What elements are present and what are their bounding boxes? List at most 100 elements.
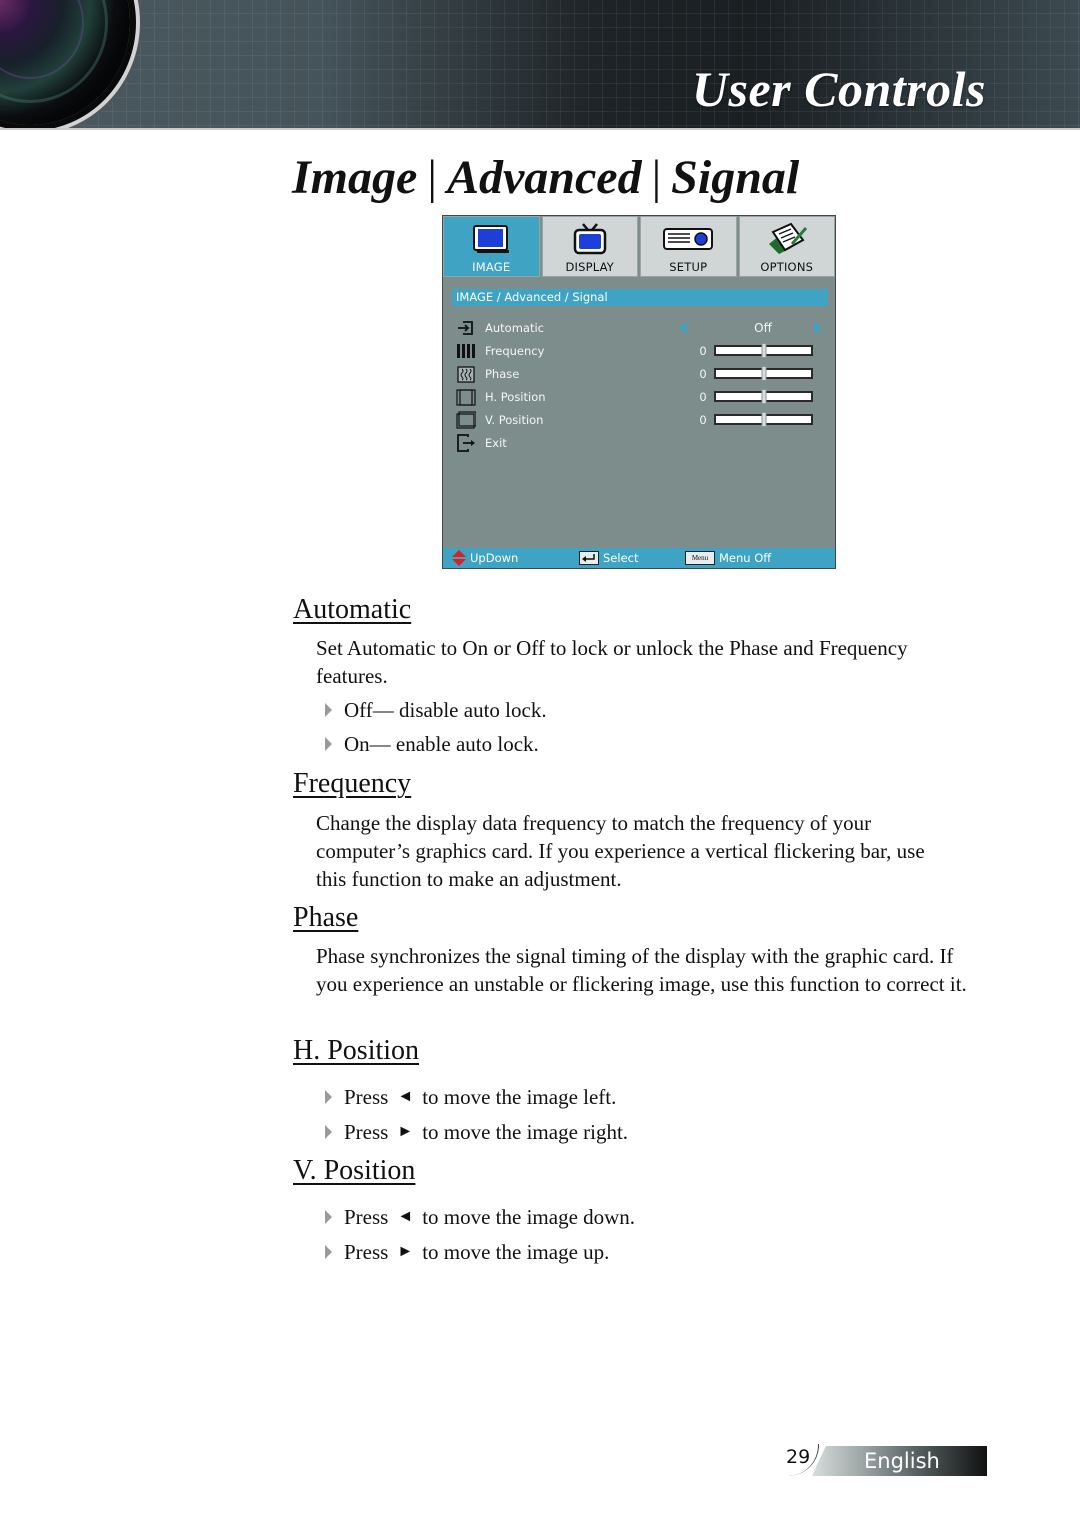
- bullet-post: to move the image left.: [422, 1085, 617, 1109]
- heading-v-position: V. Position: [293, 1155, 416, 1186]
- bullet-item: On— enable auto lock.: [325, 730, 539, 758]
- hint-updown-label: UpDown: [470, 551, 519, 565]
- row-label: Phase: [485, 367, 520, 381]
- language-label: English: [864, 1449, 940, 1473]
- page-title: Image | Advanced | Signal: [292, 150, 799, 205]
- hint-select-label: Select: [603, 551, 639, 565]
- bullet-triangle-icon: [325, 1245, 332, 1259]
- osd-row-automatic[interactable]: Automatic Off: [455, 317, 825, 339]
- tab-options[interactable]: OPTIONS: [738, 216, 835, 277]
- bullet-item: Off— disable auto lock.: [325, 696, 547, 724]
- bullet-triangle-icon: [325, 1210, 332, 1224]
- banner-title: User Controls: [691, 61, 986, 117]
- bullet-triangle-icon: [325, 1125, 332, 1139]
- tab-image[interactable]: IMAGE: [443, 216, 540, 277]
- tv-icon: [570, 222, 610, 256]
- hint-updown: UpDown: [452, 550, 518, 566]
- bullet-pre: Press: [344, 1205, 389, 1229]
- slider-thumb[interactable]: [761, 412, 766, 427]
- bullet-triangle-icon: [325, 703, 332, 717]
- hint-menu: Menu Menu Off: [685, 551, 771, 565]
- row-label: Frequency: [485, 344, 545, 358]
- bullet-item: Press ◄ to move the image left.: [325, 1083, 616, 1111]
- bullet-post: to move the image up.: [422, 1240, 610, 1264]
- exit-icon: [455, 433, 477, 453]
- bullet-triangle-icon: [325, 737, 332, 751]
- v-position-slider[interactable]: [714, 412, 813, 427]
- left-arrow-icon: ◄: [397, 1208, 414, 1225]
- tab-setup[interactable]: SETUP: [640, 216, 737, 277]
- auto-input-icon: [455, 318, 477, 338]
- osd-footer: UpDown Select Menu Menu Off: [443, 548, 835, 568]
- banner-divider: [0, 128, 1080, 130]
- menu-key-icon: Menu: [685, 551, 715, 565]
- slider-thumb[interactable]: [761, 389, 766, 404]
- right-arrow-icon: ►: [397, 1243, 414, 1260]
- slider-value: 0: [699, 367, 707, 381]
- osd-row-frequency[interactable]: Frequency 0: [455, 340, 825, 362]
- slider-thumb[interactable]: [761, 366, 766, 381]
- row-label: V. Position: [485, 413, 544, 427]
- osd-menu: IMAGE DISPLAY SETUP OPTIONS IMAGE / Adva…: [442, 215, 836, 569]
- automatic-value: Off: [754, 321, 772, 335]
- v-position-icon: [455, 410, 477, 430]
- bullet-text: On— enable auto lock.: [344, 732, 539, 756]
- bullet-triangle-icon: [325, 1090, 332, 1104]
- h-position-slider[interactable]: [714, 389, 813, 404]
- right-arrow-icon: ►: [397, 1123, 414, 1140]
- enter-key-icon: [579, 551, 599, 565]
- page-number: 29: [786, 1446, 811, 1468]
- row-label: Automatic: [485, 321, 544, 335]
- tab-label: OPTIONS: [760, 260, 814, 274]
- phase-wave-icon: [455, 364, 477, 384]
- osd-row-exit[interactable]: Exit: [455, 432, 825, 454]
- tab-display[interactable]: DISPLAY: [541, 216, 638, 277]
- slider-thumb[interactable]: [761, 343, 766, 358]
- heading-frequency: Frequency: [293, 768, 412, 799]
- updown-arrows-icon: [452, 550, 466, 566]
- page-title-signal: Signal: [671, 151, 800, 204]
- heading-phase: Phase: [293, 902, 359, 933]
- bullet-pre: Press: [344, 1240, 389, 1264]
- bullet-pre: Press: [344, 1120, 389, 1144]
- projector-icon: [662, 222, 714, 256]
- tab-label: SETUP: [669, 260, 708, 274]
- tab-label: DISPLAY: [565, 260, 615, 274]
- slider-value: 0: [699, 344, 707, 358]
- osd-row-v-position[interactable]: V. Position 0: [455, 409, 825, 431]
- slider-value: 0: [699, 390, 707, 404]
- bullet-item: Press ◄ to move the image down.: [325, 1203, 635, 1231]
- h-position-icon: [455, 387, 477, 407]
- title-separator: |: [651, 151, 662, 204]
- heading-h-position: H. Position: [293, 1035, 420, 1066]
- bullet-item: Press ► to move the image up.: [325, 1238, 609, 1266]
- arrow-right-icon[interactable]: [814, 322, 822, 334]
- header-banner: User Controls: [0, 0, 1080, 130]
- tab-label: IMAGE: [472, 260, 511, 274]
- frequency-slider[interactable]: [714, 343, 813, 358]
- page-title-advanced: Advanced: [446, 151, 642, 204]
- frequency-bars-icon: [455, 341, 477, 361]
- heading-automatic: Automatic: [293, 594, 412, 625]
- slider-value: 0: [699, 413, 707, 427]
- paragraph-phase: Phase synchronizes the signal timing of …: [316, 944, 967, 996]
- left-arrow-icon: ◄: [397, 1088, 414, 1105]
- bullet-post: to move the image right.: [422, 1120, 629, 1144]
- osd-row-h-position[interactable]: H. Position 0: [455, 386, 825, 408]
- hint-menu-off-label: Menu Off: [719, 551, 772, 565]
- row-label: H. Position: [485, 390, 546, 404]
- row-label: Exit: [485, 436, 507, 450]
- arrow-left-icon[interactable]: [679, 322, 687, 334]
- page-title-image: Image: [292, 151, 418, 204]
- bullet-post: to move the image down.: [422, 1205, 636, 1229]
- osd-tab-bar: IMAGE DISPLAY SETUP OPTIONS: [443, 216, 835, 277]
- osd-row-phase[interactable]: Phase 0: [455, 363, 825, 385]
- phase-slider[interactable]: [714, 366, 813, 381]
- title-separator: |: [427, 151, 437, 204]
- hint-select: Select: [579, 551, 638, 565]
- bullet-pre: Press: [344, 1085, 389, 1109]
- notepad-pen-icon: [765, 222, 809, 256]
- bullet-item: Press ► to move the image right.: [325, 1118, 628, 1146]
- paragraph-frequency: Change the display data frequency to mat…: [316, 811, 925, 891]
- paragraph-automatic: Set Automatic to On or Off to lock or un…: [316, 636, 908, 688]
